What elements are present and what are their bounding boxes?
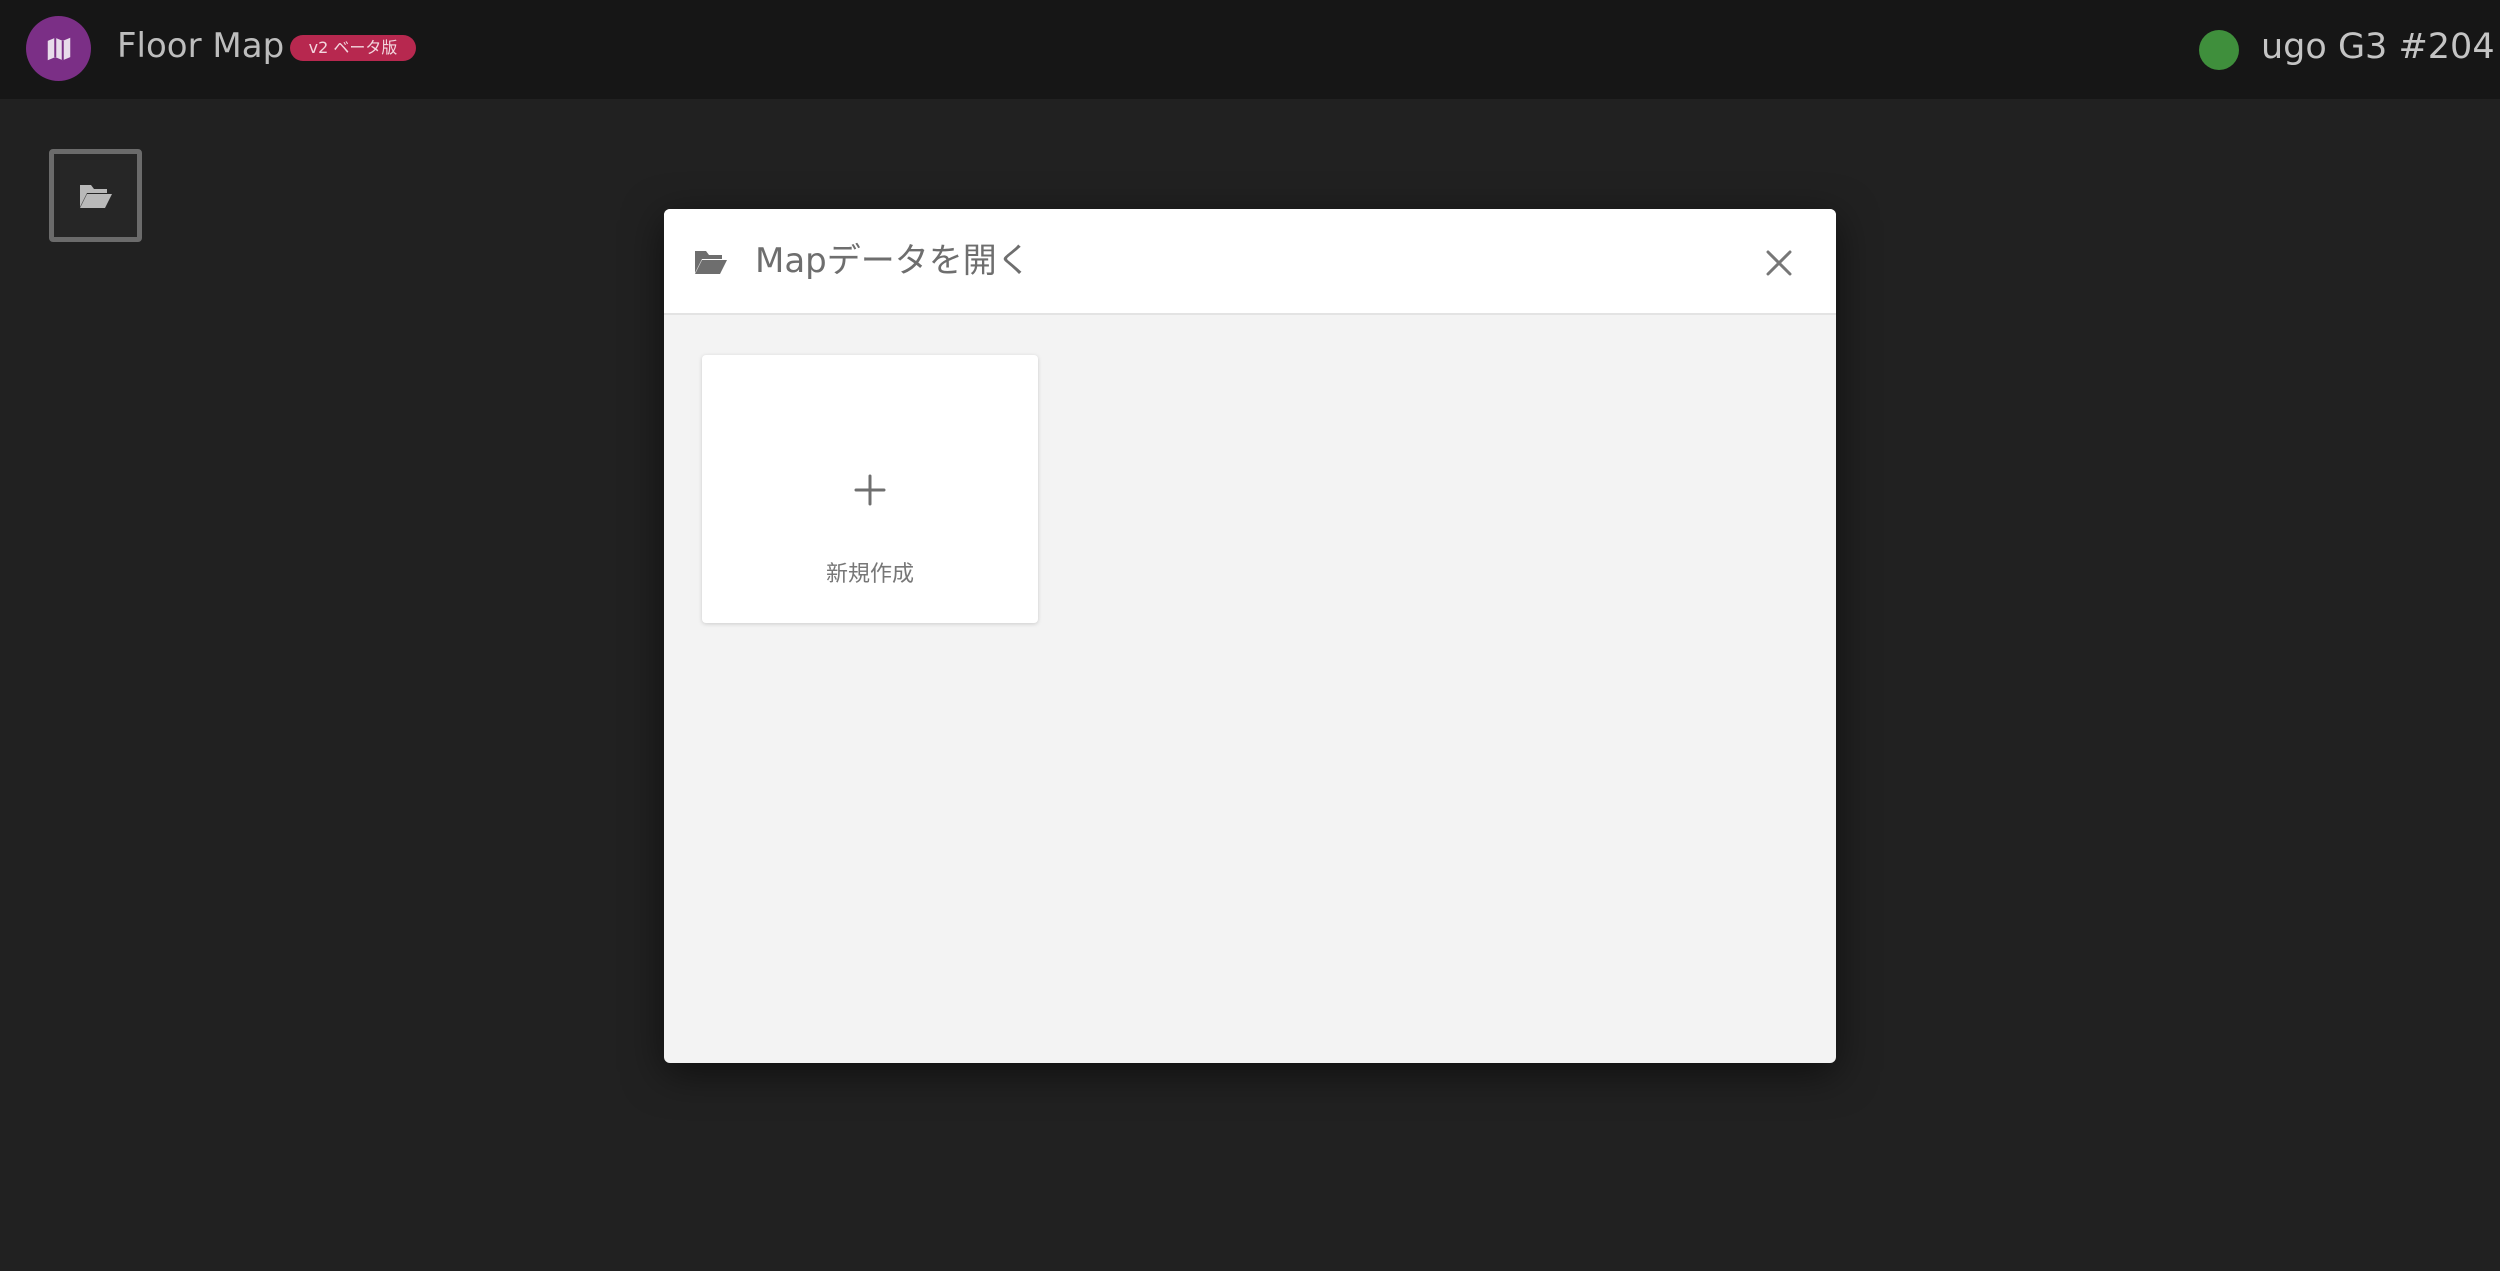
version-badge: v2 ベータ版 bbox=[290, 35, 416, 61]
close-icon bbox=[1766, 250, 1792, 276]
close-button[interactable] bbox=[1760, 244, 1798, 282]
new-map-card[interactable]: 新規作成 bbox=[702, 355, 1038, 623]
open-map-dialog: Mapデータを開く 新規作成 bbox=[664, 209, 1836, 1063]
plus-icon bbox=[854, 474, 886, 506]
robot-name: ugo G3 #204 bbox=[2261, 27, 2495, 67]
connection-status-indicator bbox=[2199, 30, 2239, 70]
dialog-title: Mapデータを開く bbox=[755, 241, 1031, 281]
folder-open-icon bbox=[695, 251, 727, 274]
map-icon bbox=[47, 37, 70, 60]
folder-open-icon bbox=[79, 184, 112, 208]
dialog-header: Mapデータを開く bbox=[664, 209, 1836, 315]
plus-icon-wrap bbox=[702, 465, 1038, 515]
app-logo[interactable] bbox=[26, 16, 91, 81]
new-map-label: 新規作成 bbox=[825, 562, 914, 587]
open-map-button[interactable] bbox=[49, 149, 142, 242]
top-bar: Floor Map v2 ベータ版 ugo G3 #204 bbox=[0, 0, 2500, 99]
app-title: Floor Map bbox=[117, 26, 285, 66]
